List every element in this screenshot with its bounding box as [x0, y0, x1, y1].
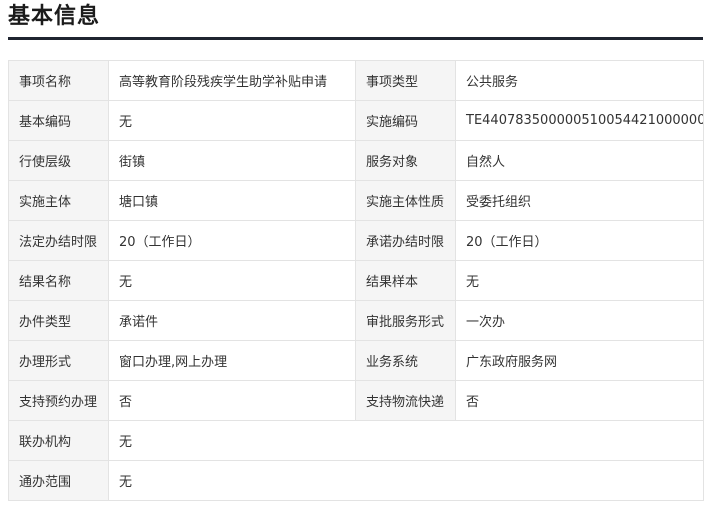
business-system-label: 业务系统: [355, 340, 456, 381]
approval-service-form-label: 审批服务形式: [355, 300, 456, 341]
legal-time-limit-value: 20（工作日）: [108, 220, 356, 261]
promised-time-limit-value: 20（工作日）: [455, 220, 704, 261]
approval-service-form-value: 一次办: [455, 300, 704, 341]
logistics-support-label: 支持物流快递: [355, 380, 456, 421]
legal-time-limit-label: 法定办结时限: [8, 220, 109, 261]
table-row: 结果名称 无 结果样本 无: [8, 260, 704, 301]
result-name-value: 无: [108, 260, 356, 301]
implementation-code-label: 实施编码: [355, 100, 456, 141]
exercise-level-value: 街镇: [108, 140, 356, 181]
item-type-label: 事项类型: [355, 60, 456, 101]
case-type-value: 承诺件: [108, 300, 356, 341]
table-row: 事项名称 高等教育阶段残疾学生助学补贴申请 事项类型 公共服务: [8, 60, 704, 101]
implementing-body-label: 实施主体: [8, 180, 109, 221]
table-row: 通办范围 无: [8, 460, 704, 501]
handling-form-label: 办理形式: [8, 340, 109, 381]
implementing-body-value: 塘口镇: [108, 180, 356, 221]
table-row: 基本编码 无 实施编码 TE44078350000051005442100000…: [8, 100, 704, 141]
item-name-value: 高等教育阶段残疾学生助学补贴申请: [108, 60, 356, 101]
basic-code-value: 无: [108, 100, 356, 141]
implementing-body-nature-label: 实施主体性质: [355, 180, 456, 221]
exercise-level-label: 行使层级: [8, 140, 109, 181]
result-sample-label: 结果样本: [355, 260, 456, 301]
promised-time-limit-label: 承诺办结时限: [355, 220, 456, 261]
joint-agency-value: 无: [108, 420, 704, 461]
table-row: 法定办结时限 20（工作日） 承诺办结时限 20（工作日）: [8, 220, 704, 261]
item-type-value: 公共服务: [455, 60, 704, 101]
result-name-label: 结果名称: [8, 260, 109, 301]
table-row: 实施主体 塘口镇 实施主体性质 受委托组织: [8, 180, 704, 221]
business-system-value: 广东政府服务网: [455, 340, 704, 381]
implementing-body-nature-value: 受委托组织: [455, 180, 704, 221]
case-type-label: 办件类型: [8, 300, 109, 341]
table-row: 办理形式 窗口办理,网上办理 业务系统 广东政府服务网: [8, 340, 704, 381]
page-title: 基本信息: [8, 4, 101, 29]
result-sample-value: 无: [455, 260, 704, 301]
item-name-label: 事项名称: [8, 60, 109, 101]
basic-info-table: 事项名称 高等教育阶段残疾学生助学补贴申请 事项类型 公共服务 基本编码 无 实…: [8, 60, 704, 501]
table-row: 办件类型 承诺件 审批服务形式 一次办: [8, 300, 704, 341]
general-scope-label: 通办范围: [8, 460, 109, 501]
logistics-support-value: 否: [455, 380, 704, 421]
service-target-label: 服务对象: [355, 140, 456, 181]
table-row: 行使层级 街镇 服务对象 自然人: [8, 140, 704, 181]
table-row: 联办机构 无: [8, 420, 704, 461]
joint-agency-label: 联办机构: [8, 420, 109, 461]
handling-form-value: 窗口办理,网上办理: [108, 340, 356, 381]
appointment-support-value: 否: [108, 380, 356, 421]
appointment-support-label: 支持预约办理: [8, 380, 109, 421]
implementation-code-value: TE440783500000510054421000000064: [455, 100, 704, 141]
general-scope-value: 无: [108, 460, 704, 501]
table-row: 支持预约办理 否 支持物流快递 否: [8, 380, 704, 421]
basic-code-label: 基本编码: [8, 100, 109, 141]
service-target-value: 自然人: [455, 140, 704, 181]
title-divider: [8, 37, 703, 40]
